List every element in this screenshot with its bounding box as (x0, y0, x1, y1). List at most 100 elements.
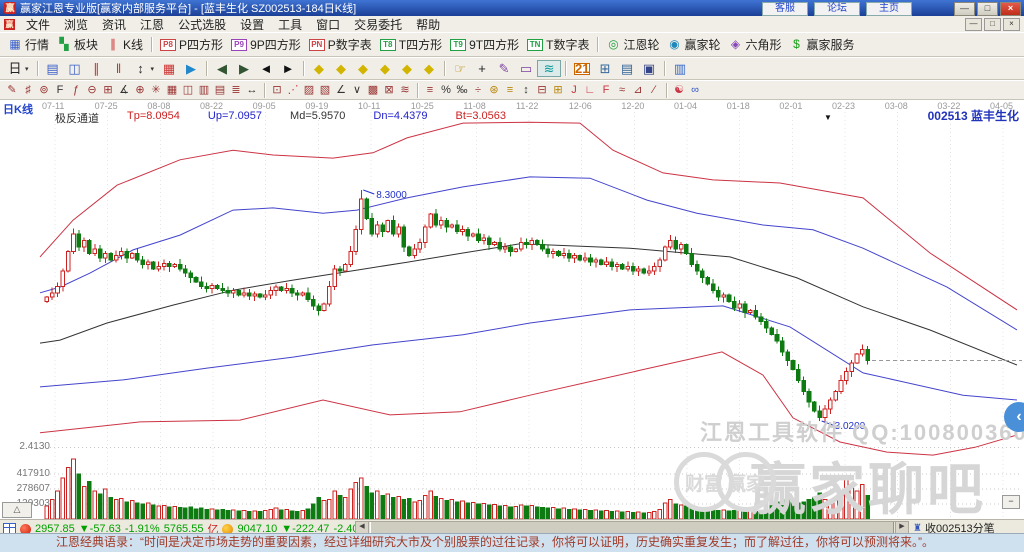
channel-tool-icon[interactable]: ≋ (537, 60, 562, 77)
kline-button[interactable]: ∥ K线 (102, 35, 147, 54)
scroll-left-button[interactable]: ◀ (356, 522, 369, 533)
percent-icon[interactable]: % (438, 83, 454, 98)
colored-flag-icon[interactable]: ▶ (180, 61, 202, 76)
cycle-icon[interactable]: ⊖ (84, 83, 100, 98)
box-range-icon[interactable]: ⊡ (269, 83, 285, 98)
box-x-icon[interactable]: ⊠ (381, 83, 397, 98)
burst-icon[interactable]: ✳ (148, 83, 164, 98)
volume-pane-toggle-button[interactable]: △ (2, 502, 32, 518)
shade-box-icon[interactable]: ▨ (301, 83, 317, 98)
scrollbar-thumb[interactable] (370, 522, 894, 533)
pan-hand-icon[interactable]: ☞ (449, 61, 471, 76)
gann-fan-icon[interactable]: F (52, 83, 68, 98)
menu-item-4[interactable]: 江恩 (133, 15, 171, 34)
close-button[interactable]: × (1000, 2, 1021, 16)
kline-small-icon[interactable]: ∥ (86, 61, 108, 76)
f-angle-icon[interactable]: F (598, 83, 614, 98)
approx-wave-icon[interactable]: ≈ (614, 83, 630, 98)
percent-lines-icon[interactable]: ÷ (470, 83, 486, 98)
step-forward-icon[interactable]: ► (277, 61, 299, 76)
spiral-icon[interactable]: ⊚ (36, 83, 52, 98)
scroll-right-button[interactable]: ▶ (895, 522, 908, 533)
pencil-icon[interactable]: ✎ (4, 83, 20, 98)
yinyang-icon[interactable]: ☯ (671, 83, 687, 98)
quotes-button[interactable]: ▦ 行情 (4, 35, 53, 54)
price-division-icon[interactable]: ▤ (212, 83, 228, 98)
fan-lines-icon[interactable]: ∕ (646, 83, 662, 98)
grid-n2-icon[interactable]: ⊞ (100, 83, 116, 98)
mdi-restore-button[interactable]: □ (984, 18, 1001, 31)
trend-angle-icon[interactable]: ∠ (333, 83, 349, 98)
check-line-icon[interactable]: ∨ (349, 83, 365, 98)
stock-name-label[interactable]: 002513 蓝丰生化 (928, 107, 1019, 124)
9t-square-button[interactable]: T9 9T四方形 (446, 35, 523, 54)
hexagon-button[interactable]: ◈ 六角形 (725, 35, 786, 54)
mdi-close-button[interactable]: × (1003, 18, 1020, 31)
minimize-button[interactable]: — (954, 2, 975, 16)
titlebar-link-3[interactable]: 主页 (866, 2, 912, 16)
menu-item-2[interactable]: 浏览 (57, 15, 95, 34)
gann-circle-icon[interactable]: ⊕ (132, 83, 148, 98)
slope-icon[interactable]: ⊿ (630, 83, 646, 98)
jump-start-icon[interactable]: ◀ (211, 61, 233, 76)
merge-lines-icon[interactable]: ≣ (228, 83, 244, 98)
l-angle-icon[interactable]: ∟ (582, 83, 598, 98)
updown-icon[interactable]: ↕ (518, 83, 534, 98)
wave-lines-icon[interactable]: ≋ (397, 83, 413, 98)
gann-box-icon[interactable]: ⊟ (534, 83, 550, 98)
stats-icon[interactable]: ▤ (616, 61, 638, 76)
gann-diamond-in-icon[interactable]: ◆ (396, 61, 418, 76)
crosshair-icon[interactable]: + (471, 61, 493, 76)
restore-button[interactable]: □ (977, 2, 998, 16)
winner-wheel-button[interactable]: ◉ 赢家轮 (663, 35, 724, 54)
menu-item-8[interactable]: 窗口 (309, 15, 347, 34)
column-grid-icon[interactable]: ◫ (180, 83, 196, 98)
permille-icon[interactable]: ‰ (454, 83, 470, 98)
winner-service-button[interactable]: $ 赢家服务 (786, 35, 859, 54)
shade-box2-icon[interactable]: ▧ (317, 83, 333, 98)
kline-large-icon[interactable]: ‖ (108, 61, 130, 76)
gold-lines-icon[interactable]: ≡ (502, 83, 518, 98)
menu-item-1[interactable]: 文件 (19, 15, 57, 34)
angle-icon[interactable]: ∡ (116, 83, 132, 98)
calendar-icon[interactable]: 21 (570, 62, 594, 76)
j-line-icon[interactable]: J (566, 83, 582, 98)
menu-item-5[interactable]: 公式选股 (171, 15, 233, 34)
save-icon[interactable]: ▣ (638, 61, 660, 76)
region-stats-icon[interactable]: ▦ (158, 61, 180, 76)
infinity-icon[interactable]: ∞ (687, 83, 703, 98)
sectors-button[interactable]: ▚ 板块 (53, 35, 102, 54)
gann-diamond-h-icon[interactable]: ◆ (330, 61, 352, 76)
gann-diamond-v-icon[interactable]: ◆ (352, 61, 374, 76)
draw-pen-icon[interactable]: ✎ (493, 61, 515, 76)
t-square-button[interactable]: T8 T四方形 (376, 35, 446, 54)
expand-icon[interactable]: ↔ (244, 83, 260, 98)
gann-wheel-button[interactable]: ◎ 江恩轮 (602, 35, 663, 54)
gann-diamond-out-icon[interactable]: ◆ (418, 61, 440, 76)
grid-icon[interactable]: ▦ (164, 83, 180, 98)
rays-icon[interactable]: ⋰ (285, 83, 301, 98)
period-day-dropdown[interactable]: 日 ▾ (4, 61, 33, 76)
zoom-scale-dropdown[interactable]: ↕ ▾ (130, 61, 159, 76)
time-division-icon[interactable]: ▥ (196, 83, 212, 98)
gann-diamond-hv-icon[interactable]: ◆ (308, 61, 330, 76)
menu-item-7[interactable]: 工具 (271, 15, 309, 34)
mdi-minimize-button[interactable]: — (965, 18, 982, 31)
info-view-icon[interactable]: ◫ (64, 61, 86, 76)
titlebar-link-2[interactable]: 论坛 (814, 2, 860, 16)
king-lines-icon[interactable]: ≡ (422, 83, 438, 98)
gann-diamond-all-icon[interactable]: ◆ (374, 61, 396, 76)
menu-item-10[interactable]: 帮助 (409, 15, 447, 34)
t-table-button[interactable]: TN T数字表 (523, 35, 593, 54)
gold-box-icon[interactable]: ⊞ (550, 83, 566, 98)
menu-item-9[interactable]: 交易委托 (347, 15, 409, 34)
s-curve-icon[interactable]: ƒ (68, 83, 84, 98)
jump-end-icon[interactable]: ▶ (233, 61, 255, 76)
calculator-icon[interactable]: ⊞ (594, 61, 616, 76)
dense-grid-icon[interactable]: ▩ (365, 83, 381, 98)
p-table-button[interactable]: PN P数字表 (305, 35, 376, 54)
step-back-icon[interactable]: ◄ (255, 61, 277, 76)
gold-circle-icon[interactable]: ⊛ (486, 83, 502, 98)
9p-square-button[interactable]: P9 9P四方形 (227, 35, 305, 54)
p-square-button[interactable]: P8 P四方形 (156, 35, 227, 54)
